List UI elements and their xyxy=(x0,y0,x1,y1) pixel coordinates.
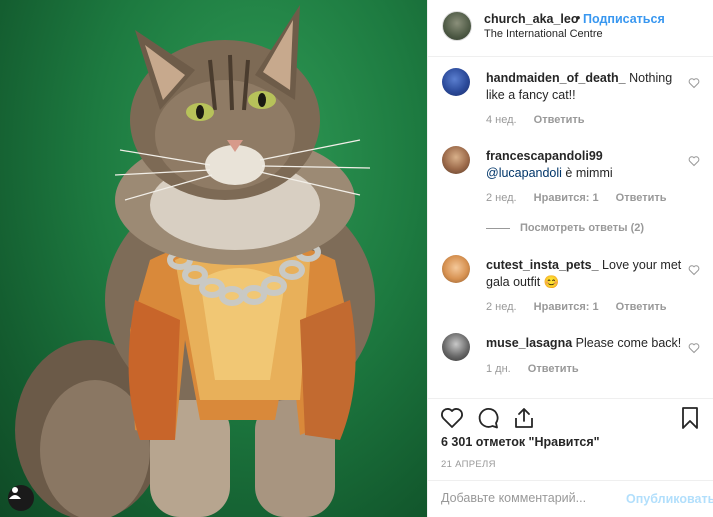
view-replies-button[interactable]: Посмотреть ответы (2) xyxy=(486,222,644,234)
reply-button[interactable]: Ответить xyxy=(534,114,585,126)
comment-meta: 1 дн. Ответить xyxy=(486,363,593,375)
post-location[interactable]: The International Centre xyxy=(484,28,603,40)
bookmark-icon[interactable] xyxy=(678,406,702,430)
comment-text: cutest_insta_pets_ Love your met gala ou… xyxy=(486,257,682,291)
follow-button[interactable]: Подписаться xyxy=(583,12,665,26)
replies-divider-line xyxy=(486,227,510,229)
comment-time[interactable]: 2 нед. xyxy=(486,301,517,313)
comment-text: handmaiden_of_death_ Nothing like a fanc… xyxy=(486,70,682,104)
commenter-avatar[interactable] xyxy=(442,68,470,96)
comment-text: muse_lasagna Please come back! xyxy=(486,335,682,352)
comment-likes-count[interactable]: Нравится: 1 xyxy=(534,192,599,204)
reply-button[interactable]: Ответить xyxy=(616,301,667,313)
comment-time[interactable]: 2 нед. xyxy=(486,192,517,204)
author-username[interactable]: church_aka_leo xyxy=(484,12,579,26)
likes-count[interactable]: 6 301 отметок "Нравится" xyxy=(441,435,600,449)
comment-input[interactable] xyxy=(441,491,621,505)
commenter-avatar[interactable] xyxy=(442,333,470,361)
comment-like-heart-icon[interactable] xyxy=(688,342,700,354)
commenter-avatar[interactable] xyxy=(442,146,470,174)
comment-like-heart-icon[interactable] xyxy=(688,155,700,167)
share-icon[interactable] xyxy=(512,406,536,430)
reply-button[interactable]: Ответить xyxy=(616,192,667,204)
author-avatar[interactable] xyxy=(442,11,472,41)
post-header: church_aka_leo • Подписаться The Interna… xyxy=(428,0,713,57)
comment-text: francescapandoli99 @lucapandoli è mimmi xyxy=(486,148,682,182)
commenter-username[interactable]: cutest_insta_pets_ xyxy=(486,258,599,272)
comment-meta: 2 нед. Нравится: 1 Ответить xyxy=(486,301,681,313)
comment-mention[interactable]: @lucapandoli xyxy=(486,166,562,180)
publish-button[interactable]: Опубликовать xyxy=(626,492,713,506)
commenter-username[interactable]: francescapandoli99 xyxy=(486,149,603,163)
comment-time[interactable]: 1 дн. xyxy=(486,363,511,375)
post-sidebar: church_aka_leo • Подписаться The Interna… xyxy=(427,0,713,517)
view-replies-label: Посмотреть ответы (2) xyxy=(520,222,645,234)
comment-likes-count[interactable]: Нравится: 1 xyxy=(534,301,599,313)
comment-time[interactable]: 4 нед. xyxy=(486,114,517,126)
comment-icon[interactable] xyxy=(476,406,500,430)
comment-body: è mimmi xyxy=(561,166,613,180)
cat-illustration xyxy=(15,5,375,517)
add-comment-bar: Опубликовать xyxy=(428,480,713,517)
comment-meta: 2 нед. Нравится: 1 Ответить xyxy=(486,192,681,204)
commenter-avatar[interactable] xyxy=(442,255,470,283)
post-date[interactable]: 21 АПРЕЛЯ xyxy=(441,459,496,470)
post-photo[interactable] xyxy=(0,0,427,517)
reply-button[interactable]: Ответить xyxy=(528,363,579,375)
commenter-username[interactable]: handmaiden_of_death_ xyxy=(486,71,626,85)
separator-dot: • xyxy=(576,11,581,25)
commenter-username[interactable]: muse_lasagna xyxy=(486,336,572,350)
heart-icon[interactable] xyxy=(440,406,464,430)
comment-like-heart-icon[interactable] xyxy=(688,264,700,276)
user-tag-icon[interactable] xyxy=(8,485,34,511)
action-bar xyxy=(428,398,713,438)
comment-body: Please come back! xyxy=(572,336,682,350)
comment-meta: 4 нед. Ответить xyxy=(486,114,599,126)
comment-like-heart-icon[interactable] xyxy=(688,77,700,89)
